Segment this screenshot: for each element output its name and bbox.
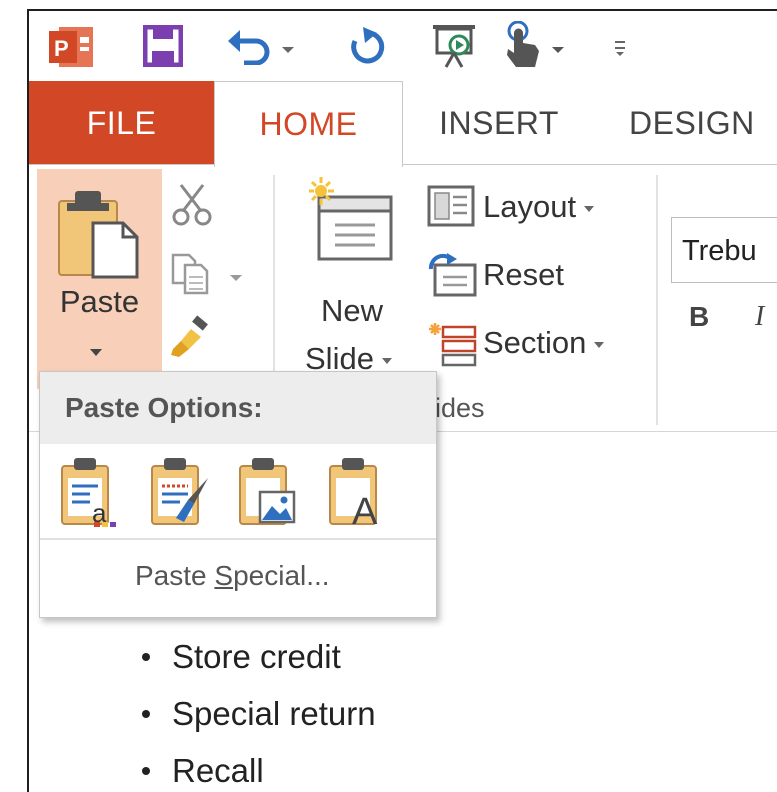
bullet-text: Special return: [172, 695, 376, 732]
svg-text:P: P: [54, 36, 69, 61]
slideshow-icon[interactable]: [431, 21, 477, 74]
cut-icon[interactable]: [171, 183, 215, 232]
paste-dropdown-caret[interactable]: [90, 349, 102, 356]
powerpoint-logo-icon: P: [49, 25, 95, 74]
new-slide-icon[interactable]: [309, 177, 399, 270]
format-painter-icon[interactable]: [169, 315, 215, 366]
bullet-text: Recall: [172, 752, 264, 789]
frame-left-edge: [0, 0, 29, 792]
tab-file[interactable]: FILE: [29, 81, 214, 165]
ribbon-separator: [656, 175, 658, 425]
layout-caret: [584, 205, 595, 212]
paste-keep-source-formatting-icon[interactable]: [150, 456, 214, 533]
paste-special-suffix: pecial...: [233, 560, 330, 591]
paste-special-item[interactable]: Paste Special...: [135, 560, 330, 592]
save-icon[interactable]: [142, 24, 184, 72]
reset-button[interactable]: Reset: [483, 257, 564, 293]
touch-mode-icon[interactable]: [503, 20, 543, 74]
paste-picture-icon[interactable]: [238, 456, 302, 533]
paste-options-separator: [40, 538, 436, 540]
powerpoint-app: P FILE HOME INSERT DESIGN Paste New Slid…: [29, 11, 777, 792]
bold-button[interactable]: B: [689, 301, 709, 333]
touch-mode-dropdown-icon[interactable]: [551, 41, 565, 59]
undo-dropdown-icon[interactable]: [281, 41, 295, 59]
section-label: Section: [483, 325, 587, 360]
new-slide-caret[interactable]: [381, 357, 392, 364]
paste-label: Paste: [59, 284, 140, 319]
copy-dropdown-icon[interactable]: [229, 269, 243, 287]
paste-options-header: Paste Options:: [40, 372, 436, 444]
bullet-text: Store credit: [172, 638, 341, 675]
paste-button[interactable]: Paste: [37, 169, 162, 389]
ribbon-tabs: FILE HOME INSERT DESIGN: [29, 81, 777, 167]
clipboard-paste-icon: [57, 187, 141, 284]
redo-icon[interactable]: [347, 25, 385, 70]
reset-icon: [427, 253, 477, 302]
font-name-input[interactable]: Trebu: [671, 217, 777, 283]
list-item[interactable]: Recall: [134, 742, 376, 792]
layout-icon: [427, 185, 475, 232]
new-slide-label-line1: New: [321, 293, 384, 328]
paste-options-title: Paste Options:: [65, 392, 263, 423]
layout-label: Layout: [483, 189, 577, 224]
copy-icon[interactable]: [171, 253, 211, 300]
paste-special-accelerator: S: [214, 560, 234, 591]
customize-qat-icon[interactable]: [613, 39, 627, 62]
bullet-icon: [142, 653, 150, 661]
section-button[interactable]: Section: [483, 325, 605, 361]
section-icon: [427, 321, 477, 372]
undo-icon[interactable]: [226, 27, 272, 70]
layout-button[interactable]: Layout: [483, 189, 595, 225]
paste-special-prefix: Paste: [135, 560, 215, 591]
window-frame: P FILE HOME INSERT DESIGN Paste New Slid…: [0, 0, 777, 792]
tab-home[interactable]: HOME: [214, 81, 403, 167]
italic-button[interactable]: I: [755, 301, 764, 333]
section-caret: [594, 341, 605, 348]
bullet-icon: [142, 767, 150, 775]
frame-top-edge: [27, 0, 777, 11]
tab-insert[interactable]: INSERT: [424, 81, 574, 165]
paste-use-destination-theme-icon[interactable]: a: [60, 456, 124, 533]
slides-group-label: lides: [429, 393, 485, 423]
paste-keep-text-only-icon[interactable]: A: [328, 456, 392, 533]
quick-access-toolbar: P: [29, 11, 777, 81]
list-item[interactable]: Special return: [134, 685, 376, 742]
slide-bullet-list: Store credit Special return Recall: [134, 628, 376, 792]
paste-options-icon-row: a A: [40, 456, 436, 533]
paste-options-menu: Paste Options: a A Paste Special...: [39, 371, 437, 618]
list-item[interactable]: Store credit: [134, 628, 376, 685]
bullet-icon: [142, 710, 150, 718]
svg-text:A: A: [352, 491, 378, 528]
tab-design[interactable]: DESIGN: [629, 81, 777, 165]
